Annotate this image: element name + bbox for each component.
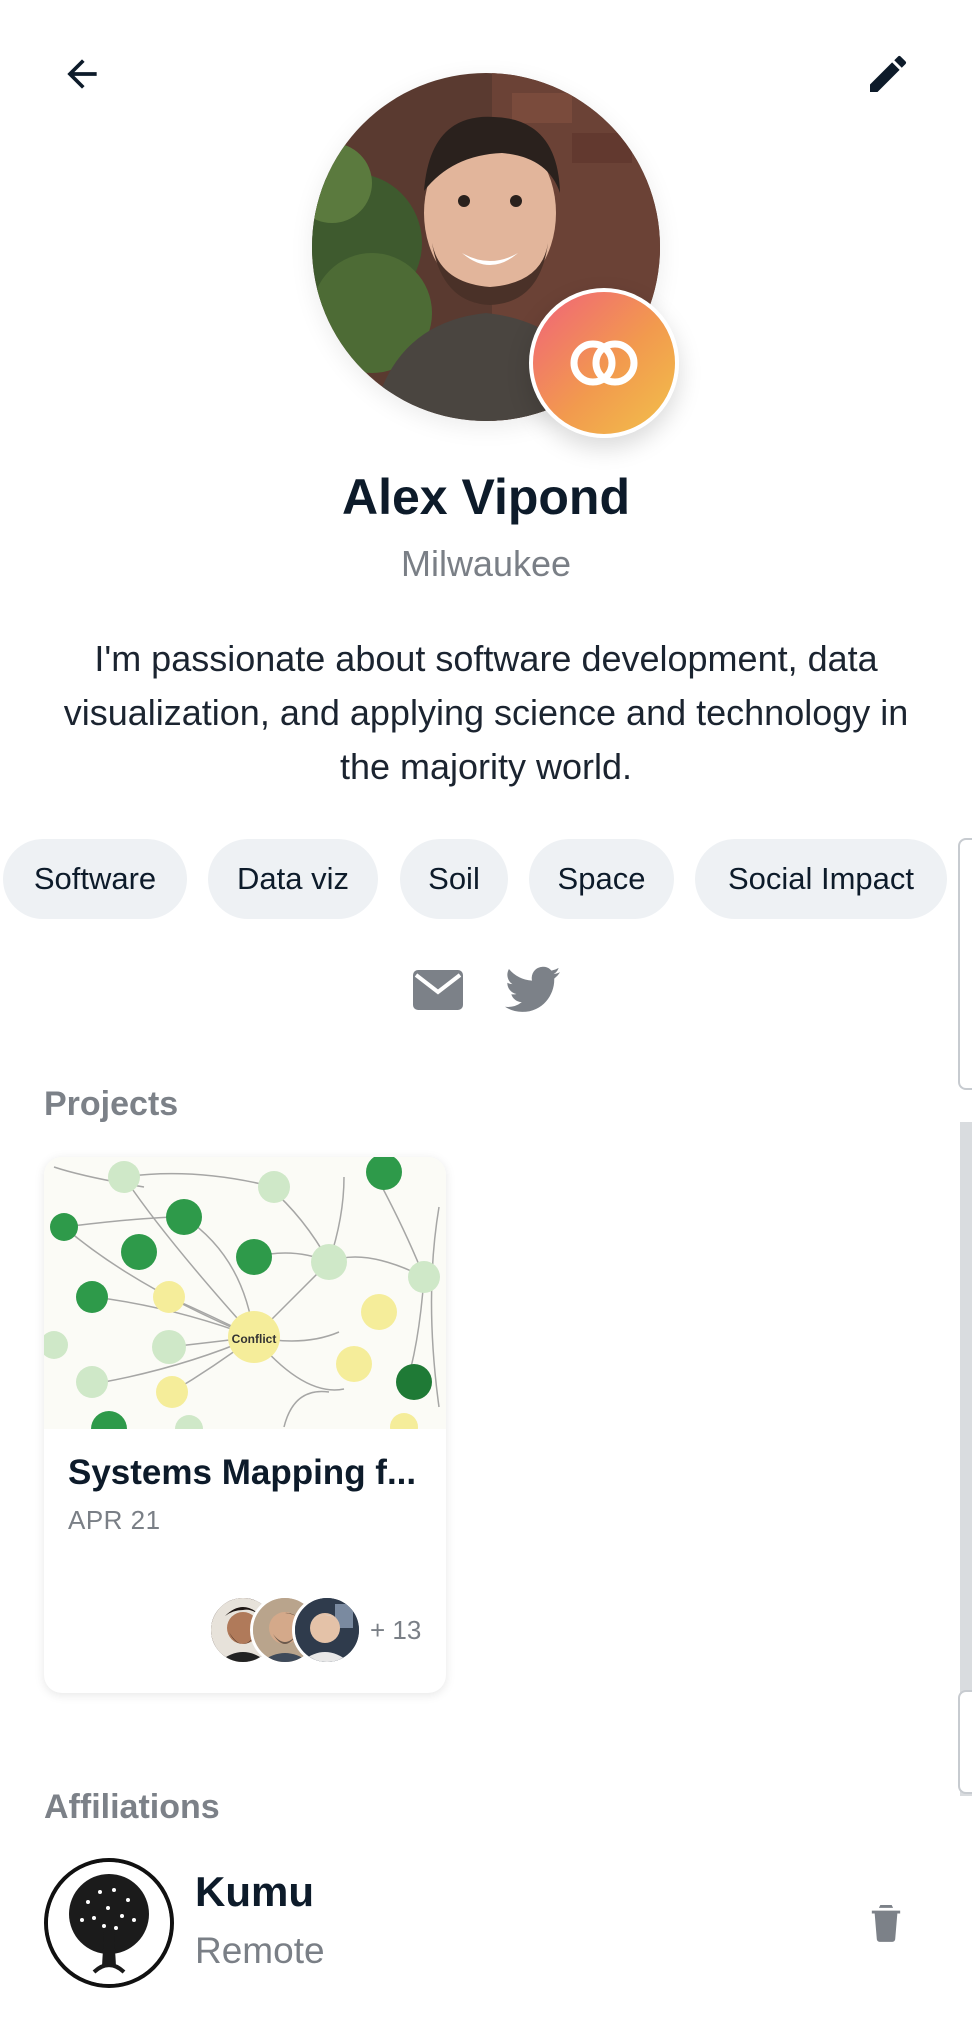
member-avatar — [292, 1595, 362, 1665]
tag-soil[interactable]: Soil — [400, 839, 508, 919]
project-date: APR 21 — [68, 1505, 161, 1535]
remove-affiliation-button[interactable] — [860, 1896, 912, 1948]
envelope-icon — [413, 970, 463, 1010]
twitter-bird-icon — [505, 966, 561, 1012]
profile-bio: I'm passionate about software developmen… — [63, 638, 909, 787]
edit-profile-button[interactable] — [856, 42, 920, 106]
tag-social-impact[interactable]: Social Impact — [695, 839, 947, 919]
scrollbar-thumb[interactable] — [958, 1690, 972, 1794]
tag-data-viz[interactable]: Data viz — [208, 839, 378, 919]
interest-tags: Software Data viz Soil Space Social Impa… — [0, 839, 960, 919]
projects-section-title: Projects — [44, 1085, 179, 1123]
tag-space[interactable]: Space — [529, 839, 674, 919]
profile-location: Milwaukee — [400, 543, 572, 584]
back-button[interactable] — [50, 42, 114, 106]
affiliations-section-title: Affiliations — [44, 1788, 220, 1826]
project-title: Systems Mapping f... — [68, 1453, 417, 1492]
profile-badge — [529, 288, 679, 438]
scrollbar-indicator-top[interactable] — [958, 838, 972, 1090]
trash-icon — [871, 1905, 901, 1942]
affiliation-name: Kumu — [195, 1868, 314, 1915]
affiliation-location: Remote — [195, 1930, 325, 1971]
interlocking-rings-icon — [570, 340, 638, 386]
pencil-icon — [870, 55, 907, 92]
project-card[interactable]: Conflict Systems Mapping f... APR 21 + 1… — [44, 1157, 446, 1693]
thumbnail-center-label: Conflict — [232, 1332, 277, 1346]
profile-name: Alex Vipond — [341, 469, 630, 525]
twitter-button[interactable] — [505, 960, 561, 1020]
email-button[interactable] — [412, 960, 464, 1020]
project-thumbnail: Conflict — [44, 1157, 446, 1429]
member-count: + 13 — [370, 1615, 422, 1645]
tag-software[interactable]: Software — [3, 839, 187, 919]
arrow-left-icon — [67, 59, 97, 89]
kumu-logo — [44, 1858, 174, 1988]
project-members: + 13 — [208, 1595, 428, 1665]
avatar-container — [312, 73, 679, 438]
